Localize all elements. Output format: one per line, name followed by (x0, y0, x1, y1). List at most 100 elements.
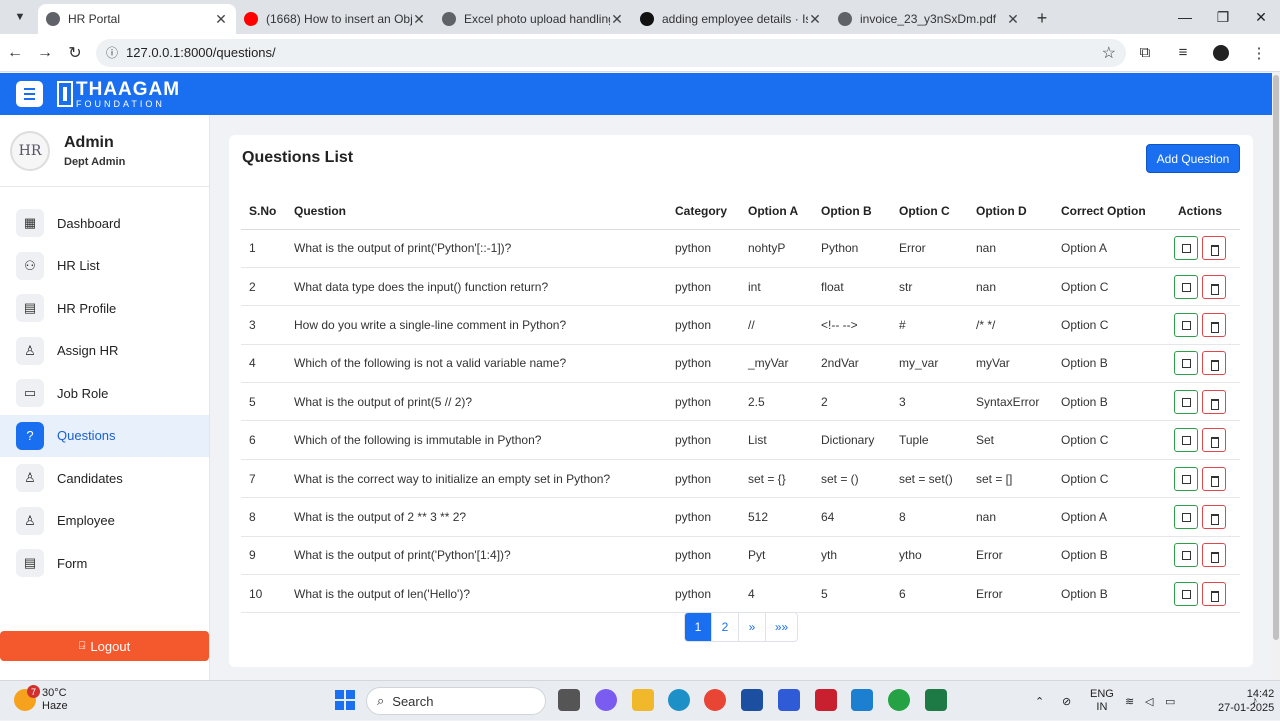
pen-app-icon[interactable] (778, 689, 800, 711)
table-cell: What is the output of 2 ** 3 ** 2? (286, 497, 667, 537)
tab-title: adding employee details · Issue (662, 12, 808, 26)
browser-menu-icon[interactable]: ⋮ (1240, 44, 1278, 62)
battery-icon[interactable]: ▭ (1165, 681, 1175, 721)
edit-icon[interactable] (1174, 543, 1198, 568)
back-icon[interactable]: ← (0, 44, 30, 62)
delete-icon[interactable] (1202, 389, 1226, 414)
tab-close-icon[interactable]: ✕ (610, 11, 624, 28)
thaagam-logo[interactable]: THAAGAM FOUNDATION (57, 80, 180, 109)
language-indicator[interactable]: ENG IN (1090, 681, 1114, 721)
edit-icon[interactable] (1174, 428, 1198, 453)
tab-search-icon[interactable]: ▼ (6, 3, 34, 31)
delete-icon[interactable] (1202, 504, 1226, 529)
page-link[interactable]: 2 (712, 613, 739, 641)
sidebar-item-hr-list[interactable]: ⚇ HR List (0, 245, 209, 288)
page-scrollbar[interactable] (1272, 73, 1280, 680)
edit-icon[interactable] (1174, 236, 1198, 261)
tab-close-icon[interactable]: ✕ (412, 11, 426, 28)
edit-icon[interactable] (1174, 466, 1198, 491)
sidebar-item-job-role[interactable]: ▭ Job Role (0, 372, 209, 415)
edge-icon[interactable] (668, 689, 690, 711)
vscode-icon[interactable] (851, 689, 873, 711)
delete-icon[interactable] (1202, 236, 1226, 261)
sidebar-item-assign-hr[interactable]: ♙ Assign HR (0, 330, 209, 373)
tab-favicon-icon (244, 12, 258, 26)
page-link[interactable]: »» (766, 613, 797, 641)
system-clock[interactable]: 14:42 27-01-2025 (1218, 687, 1274, 716)
sidebar-item-dashboard[interactable]: ▦ Dashboard (0, 202, 209, 245)
browser-tab[interactable]: (1668) How to insert an Object✕ (236, 4, 434, 34)
minimize-icon[interactable]: — (1166, 0, 1204, 34)
close-window-icon[interactable]: ✕ (1242, 0, 1280, 34)
column-header: Correct Option (1053, 194, 1160, 230)
extensions-icon[interactable]: ⧉ (1126, 44, 1164, 61)
task-view-icon[interactable] (558, 689, 580, 711)
delete-icon[interactable] (1202, 312, 1226, 337)
delete-icon[interactable] (1202, 274, 1226, 299)
edit-icon[interactable] (1174, 312, 1198, 337)
row-actions (1160, 229, 1240, 268)
table-cell: Option A (1053, 229, 1160, 268)
sidebar-item-employee[interactable]: ♙ Employee (0, 500, 209, 543)
edit-icon[interactable] (1174, 351, 1198, 376)
page-link[interactable]: » (739, 613, 766, 641)
browser-tab[interactable]: HR Portal ✕ (38, 4, 236, 34)
network-off-icon[interactable]: ⊘ (1062, 681, 1071, 721)
reload-icon[interactable]: ↻ (60, 43, 90, 63)
tab-favicon-icon (46, 12, 60, 26)
table-row: 2 What data type does the input() functio… (241, 267, 1240, 307)
logout-button[interactable]: ⍈ Logout (0, 631, 209, 661)
bookmark-star-icon[interactable]: ☆ (1102, 43, 1116, 63)
delete-icon[interactable] (1202, 543, 1226, 568)
tab-close-icon[interactable]: ✕ (808, 11, 822, 28)
page-link[interactable]: 1 (685, 613, 712, 641)
add-question-button[interactable]: Add Question (1146, 144, 1240, 173)
hamburger-menu-icon[interactable] (16, 81, 43, 107)
omnibox[interactable]: ⓘ 127.0.0.1:8000/questions/ ☆ (96, 38, 1126, 67)
store-icon[interactable] (741, 689, 763, 711)
edit-icon[interactable] (1174, 581, 1198, 606)
wifi-icon[interactable]: ≋ (1125, 681, 1134, 721)
weather-widget[interactable]: 7 30°C Haze (14, 685, 68, 713)
new-tab-button[interactable]: + (1028, 4, 1056, 32)
tab-close-icon[interactable]: ✕ (1006, 11, 1020, 28)
browser-tab[interactable]: Excel photo upload handling ✕ (434, 4, 632, 34)
sidebar-item-label: Dashboard (57, 215, 121, 231)
copilot-icon[interactable] (595, 689, 617, 711)
mcafee-icon[interactable] (815, 689, 837, 711)
maximize-icon[interactable]: ❐ (1204, 0, 1242, 34)
sidebar-item-form[interactable]: ▤ Form (0, 542, 209, 585)
profile-avatar-icon[interactable] (1202, 44, 1240, 61)
chrome-icon[interactable] (704, 689, 726, 711)
volume-icon[interactable]: ◁ (1145, 681, 1153, 721)
forward-icon[interactable]: → (30, 44, 60, 62)
browser-tab[interactable]: adding employee details · Issue✕ (632, 4, 830, 34)
sidebar-item-questions[interactable]: ? Questions (0, 414, 209, 457)
delete-icon[interactable] (1202, 428, 1226, 453)
edit-icon[interactable] (1174, 274, 1198, 299)
table-cell: Which of the following is immutable in P… (286, 420, 667, 460)
delete-icon[interactable] (1202, 466, 1226, 491)
excel-icon[interactable] (925, 689, 947, 711)
site-info-icon[interactable]: ⓘ (106, 44, 118, 61)
table-cell: /* */ (968, 305, 1053, 345)
media-control-icon[interactable]: ≡ (1164, 44, 1202, 61)
edit-icon[interactable] (1174, 389, 1198, 414)
notification-bell-icon[interactable]: ♪ (1252, 681, 1258, 721)
delete-icon[interactable] (1202, 351, 1226, 376)
file-explorer-icon[interactable] (632, 689, 654, 711)
table-cell: Which of the following is not a valid va… (286, 344, 667, 384)
tray-chevron-icon[interactable]: ⌃ (1035, 681, 1044, 721)
windows-start-icon[interactable] (335, 690, 355, 710)
taskbar-search[interactable]: ⌕ Search (366, 687, 546, 715)
url-text[interactable]: 127.0.0.1:8000/questions/ (126, 45, 1102, 60)
sidebar-item-candidates[interactable]: ♙ Candidates (0, 457, 209, 500)
sidebar-item-hr-profile[interactable]: ▤ HR Profile (0, 287, 209, 330)
table-cell: 1 (241, 229, 286, 268)
delete-icon[interactable] (1202, 581, 1226, 606)
table-cell: _myVar (740, 344, 813, 384)
tab-close-icon[interactable]: ✕ (214, 11, 228, 28)
browser-tab[interactable]: invoice_23_y3nSxDm.pdf ✕ (830, 4, 1028, 34)
edit-icon[interactable] (1174, 504, 1198, 529)
whatsapp-icon[interactable] (888, 689, 910, 711)
